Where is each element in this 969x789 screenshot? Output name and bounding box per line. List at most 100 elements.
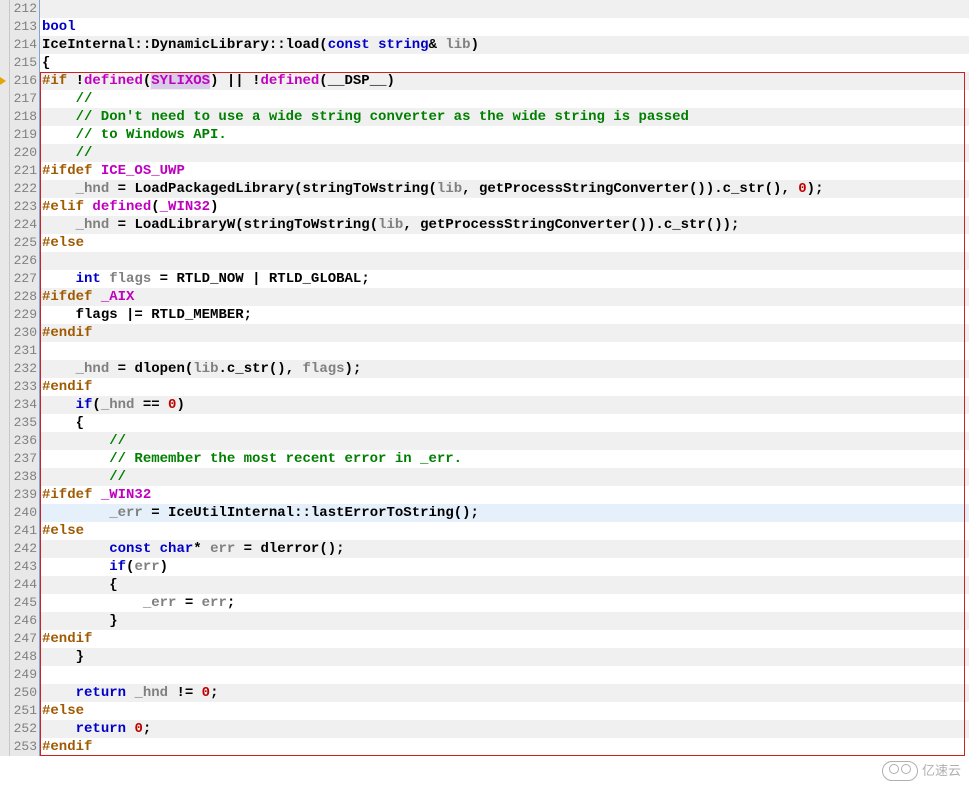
code-line[interactable]: 215{ xyxy=(0,54,969,72)
code-line[interactable]: 233#endif xyxy=(0,378,969,396)
code-line[interactable]: 217 // xyxy=(0,90,969,108)
code-content[interactable]: #endif xyxy=(40,378,969,396)
code-line[interactable]: 235 { xyxy=(0,414,969,432)
code-content[interactable]: #else xyxy=(40,234,969,252)
code-line[interactable]: 250 return _hnd != 0; xyxy=(0,684,969,702)
code-content[interactable]: // Remember the most recent error in _er… xyxy=(40,450,969,468)
code-content[interactable]: _err = IceUtilInternal::lastErrorToStrin… xyxy=(40,504,969,522)
code-content[interactable] xyxy=(40,666,969,684)
code-line[interactable]: 248 } xyxy=(0,648,969,666)
code-line[interactable]: 222 _hnd = LoadPackagedLibrary(stringToW… xyxy=(0,180,969,198)
code-content[interactable]: flags |= RTLD_MEMBER; xyxy=(40,306,969,324)
code-content[interactable]: // Don't need to use a wide string conve… xyxy=(40,108,969,126)
code-line[interactable]: 228#ifdef _AIX xyxy=(0,288,969,306)
code-line[interactable]: 221#ifdef ICE_OS_UWP xyxy=(0,162,969,180)
line-number: 226 xyxy=(10,252,40,270)
code-line[interactable]: 240 _err = IceUtilInternal::lastErrorToS… xyxy=(0,504,969,522)
line-number: 218 xyxy=(10,108,40,126)
code-content[interactable]: { xyxy=(40,54,969,72)
code-line[interactable]: 236 // xyxy=(0,432,969,450)
code-content[interactable]: #ifdef _AIX xyxy=(40,288,969,306)
marker-gutter xyxy=(0,252,10,270)
code-content[interactable]: // xyxy=(40,432,969,450)
code-line[interactable]: 251#else xyxy=(0,702,969,720)
code-line[interactable]: 219 // to Windows API. xyxy=(0,126,969,144)
code-line[interactable]: 237 // Remember the most recent error in… xyxy=(0,450,969,468)
code-content[interactable]: // xyxy=(40,144,969,162)
code-editor[interactable]: 212213bool214IceInternal::DynamicLibrary… xyxy=(0,0,969,756)
code-line[interactable]: 213bool xyxy=(0,18,969,36)
code-line[interactable]: 226 xyxy=(0,252,969,270)
code-line[interactable]: 249 xyxy=(0,666,969,684)
code-line[interactable]: 224 _hnd = LoadLibraryW(stringToWstring(… xyxy=(0,216,969,234)
line-number: 238 xyxy=(10,468,40,486)
code-line[interactable]: 214IceInternal::DynamicLibrary::load(con… xyxy=(0,36,969,54)
code-content[interactable] xyxy=(40,342,969,360)
code-line[interactable]: 232 _hnd = dlopen(lib.c_str(), flags); xyxy=(0,360,969,378)
code-line[interactable]: 234 if(_hnd == 0) xyxy=(0,396,969,414)
line-number: 233 xyxy=(10,378,40,396)
code-content[interactable]: #if !defined(SYLIXOS) || !defined(__DSP_… xyxy=(40,72,969,90)
code-line[interactable]: 225#else xyxy=(0,234,969,252)
code-content[interactable]: #else xyxy=(40,702,969,720)
code-line[interactable]: 212 xyxy=(0,0,969,18)
code-content[interactable] xyxy=(40,252,969,270)
code-content[interactable]: #else xyxy=(40,522,969,540)
code-content[interactable]: #endif xyxy=(40,324,969,342)
code-line[interactable]: 231 xyxy=(0,342,969,360)
code-line[interactable]: 252 return 0; xyxy=(0,720,969,738)
code-content[interactable]: if(err) xyxy=(40,558,969,576)
code-line[interactable]: 239#ifdef _WIN32 xyxy=(0,486,969,504)
code-content[interactable]: // xyxy=(40,90,969,108)
code-line[interactable]: 247#endif xyxy=(0,630,969,648)
code-line[interactable]: 216#if !defined(SYLIXOS) || !defined(__D… xyxy=(0,72,969,90)
code-line[interactable]: 253#endif xyxy=(0,738,969,756)
code-line[interactable]: 230#endif xyxy=(0,324,969,342)
marker-gutter xyxy=(0,684,10,702)
code-line[interactable]: 242 const char* err = dlerror(); xyxy=(0,540,969,558)
code-content[interactable]: { xyxy=(40,414,969,432)
code-content[interactable]: _hnd = LoadPackagedLibrary(stringToWstri… xyxy=(40,180,969,198)
code-content[interactable]: // to Windows API. xyxy=(40,126,969,144)
code-content[interactable]: return 0; xyxy=(40,720,969,738)
code-content[interactable]: #endif xyxy=(40,630,969,648)
code-content[interactable]: int flags = RTLD_NOW | RTLD_GLOBAL; xyxy=(40,270,969,288)
marker-gutter xyxy=(0,720,10,738)
code-content[interactable]: { xyxy=(40,576,969,594)
code-content[interactable]: #ifdef ICE_OS_UWP xyxy=(40,162,969,180)
line-number: 220 xyxy=(10,144,40,162)
code-content[interactable]: } xyxy=(40,612,969,630)
marker-gutter xyxy=(0,144,10,162)
code-content[interactable]: #elif defined(_WIN32) xyxy=(40,198,969,216)
code-content[interactable]: } xyxy=(40,648,969,666)
line-number: 231 xyxy=(10,342,40,360)
code-line[interactable]: 246 } xyxy=(0,612,969,630)
code-content[interactable]: #ifdef _WIN32 xyxy=(40,486,969,504)
code-line[interactable]: 218 // Don't need to use a wide string c… xyxy=(0,108,969,126)
code-content[interactable]: IceInternal::DynamicLibrary::load(const … xyxy=(40,36,969,54)
code-line[interactable]: 244 { xyxy=(0,576,969,594)
code-line[interactable]: 238 // xyxy=(0,468,969,486)
code-content[interactable]: _err = err; xyxy=(40,594,969,612)
code-content[interactable]: return _hnd != 0; xyxy=(40,684,969,702)
line-number: 250 xyxy=(10,684,40,702)
code-content[interactable]: if(_hnd == 0) xyxy=(40,396,969,414)
code-content[interactable]: bool xyxy=(40,18,969,36)
code-line[interactable]: 229 flags |= RTLD_MEMBER; xyxy=(0,306,969,324)
code-content[interactable]: _hnd = dlopen(lib.c_str(), flags); xyxy=(40,360,969,378)
code-content[interactable]: const char* err = dlerror(); xyxy=(40,540,969,558)
code-content[interactable]: #endif xyxy=(40,738,969,756)
code-line[interactable]: 227 int flags = RTLD_NOW | RTLD_GLOBAL; xyxy=(0,270,969,288)
code-content[interactable]: _hnd = LoadLibraryW(stringToWstring(lib,… xyxy=(40,216,969,234)
code-line[interactable]: 241#else xyxy=(0,522,969,540)
code-line[interactable]: 223#elif defined(_WIN32) xyxy=(0,198,969,216)
marker-gutter xyxy=(0,486,10,504)
code-content[interactable] xyxy=(40,0,969,18)
marker-gutter xyxy=(0,630,10,648)
code-content[interactable]: // xyxy=(40,468,969,486)
code-line[interactable]: 220 // xyxy=(0,144,969,162)
line-number: 235 xyxy=(10,414,40,432)
code-line[interactable]: 243 if(err) xyxy=(0,558,969,576)
code-line[interactable]: 245 _err = err; xyxy=(0,594,969,612)
marker-gutter xyxy=(0,378,10,396)
